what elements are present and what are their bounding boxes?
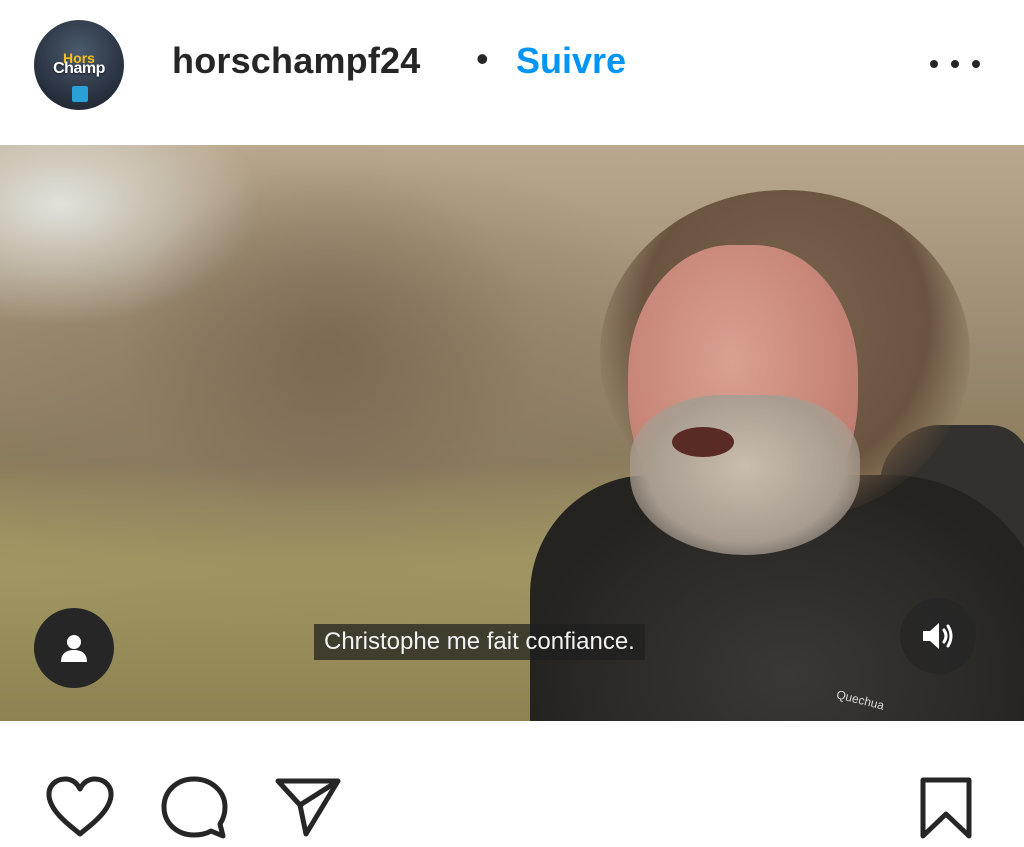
user-icon — [61, 635, 87, 662]
person-beard — [630, 395, 860, 555]
send-icon — [275, 778, 341, 837]
like-button[interactable] — [45, 776, 115, 843]
post-actions — [0, 721, 1024, 847]
mute-toggle-button[interactable] — [900, 598, 976, 674]
avatar-badge — [72, 86, 88, 102]
video-subtitle: Christophe me fait confiance. — [314, 624, 645, 660]
post-header: Hors Champ horschampf24 • Suivre — [0, 0, 1024, 128]
more-options-icon[interactable] — [930, 52, 980, 76]
save-button[interactable] — [918, 776, 974, 845]
volume-icon — [923, 623, 953, 649]
avatar-logo-main: Champ — [53, 60, 105, 77]
heart-icon — [46, 776, 114, 837]
avatar[interactable]: Hors Champ — [34, 20, 124, 110]
video-player[interactable]: Quechua Christophe me fait confiance. — [0, 145, 1024, 721]
person-mouth — [672, 427, 734, 457]
instagram-post: Hors Champ horschampf24 • Suivre Quechua… — [0, 0, 1024, 847]
bookmark-icon — [920, 777, 972, 839]
username-link[interactable]: horschampf24 — [172, 40, 420, 82]
comment-button[interactable] — [160, 776, 228, 847]
comment-icon — [161, 776, 228, 839]
follow-button[interactable]: Suivre — [516, 40, 626, 82]
share-button[interactable] — [274, 775, 342, 842]
tagged-users-button[interactable] — [34, 608, 114, 688]
separator-dot: • — [476, 38, 489, 79]
